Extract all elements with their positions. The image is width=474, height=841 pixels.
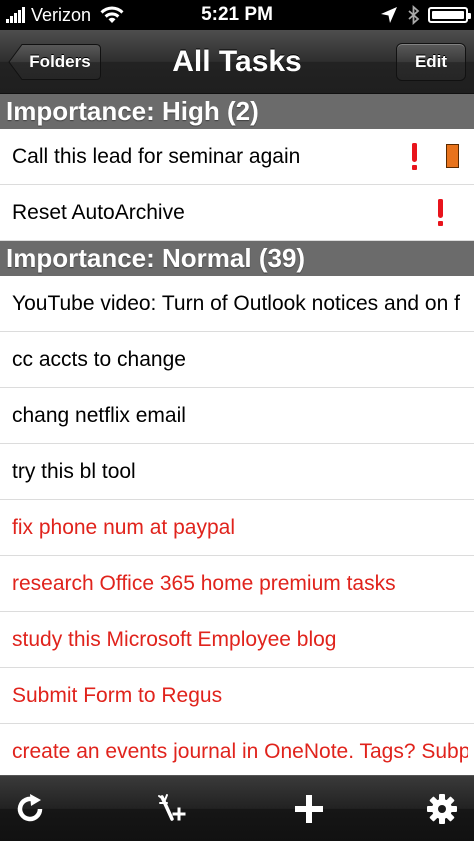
edit-button[interactable]: Edit xyxy=(396,43,466,81)
task-title: fix phone num at paypal xyxy=(12,516,235,539)
navigation-bar: All Tasks Folders Edit xyxy=(0,30,474,94)
task-row[interactable]: research Office 365 home premium tasks xyxy=(0,556,474,612)
task-title: research Office 365 home premium tasks xyxy=(12,572,396,595)
folders-back-label: Folders xyxy=(29,52,91,71)
magic-wand-add-icon xyxy=(158,794,186,821)
smart-add-button[interactable] xyxy=(141,776,201,841)
task-title: cc accts to change xyxy=(12,348,186,371)
status-right xyxy=(380,0,471,30)
folders-back-button[interactable]: Folders xyxy=(8,43,102,81)
section-header: Importance: Normal (39) xyxy=(0,241,474,276)
task-list[interactable]: Importance: High (2) Call this lead for s… xyxy=(0,94,474,775)
status-left: Verizon xyxy=(6,0,125,30)
plus-icon xyxy=(295,795,323,823)
task-title: create an events journal in OneNote. Tag… xyxy=(12,740,468,763)
task-row[interactable]: Reset AutoArchive xyxy=(0,185,474,241)
task-row[interactable]: create an events journal in OneNote. Tag… xyxy=(0,724,474,775)
add-task-button[interactable] xyxy=(279,776,339,841)
task-row[interactable]: fix phone num at paypal xyxy=(0,500,474,556)
signal-strength-icon xyxy=(6,7,26,23)
section-header: Importance: High (2) xyxy=(0,94,474,129)
task-title: Reset AutoArchive xyxy=(12,201,185,224)
task-title: study this Microsoft Employee blog xyxy=(12,628,337,651)
location-arrow-icon xyxy=(381,7,397,23)
status-bar: Verizon 5:21 PM xyxy=(0,0,474,30)
task-title: chang netflix email xyxy=(12,404,186,427)
high-importance-icon xyxy=(411,143,419,171)
carrier-name: Verizon xyxy=(31,4,92,25)
battery-icon xyxy=(428,7,471,23)
flag-icon[interactable] xyxy=(446,144,459,168)
task-row[interactable]: cc accts to change xyxy=(0,332,474,388)
battery-level xyxy=(432,11,464,19)
task-row[interactable]: study this Microsoft Employee blog xyxy=(0,612,474,668)
bottom-toolbar xyxy=(0,775,474,841)
refresh-button[interactable] xyxy=(0,776,60,841)
refresh-icon xyxy=(17,794,43,822)
wifi-icon xyxy=(100,6,124,23)
gear-icon xyxy=(427,794,457,824)
task-title: Submit Form to Regus xyxy=(12,684,223,707)
task-row[interactable]: Call this lead for seminar again xyxy=(0,129,474,185)
high-importance-icon xyxy=(437,199,445,227)
task-row[interactable]: chang netflix email xyxy=(0,388,474,444)
settings-button[interactable] xyxy=(412,776,472,841)
task-row[interactable]: Submit Form to Regus xyxy=(0,668,474,724)
task-title: YouTube video: Turn of Outlook notices a… xyxy=(12,292,460,315)
bluetooth-icon xyxy=(408,5,420,25)
task-title: try this bl tool xyxy=(12,460,136,483)
task-title: Call this lead for seminar again xyxy=(12,145,301,168)
task-row[interactable]: try this bl tool xyxy=(0,444,474,500)
task-row[interactable]: YouTube video: Turn of Outlook notices a… xyxy=(0,276,474,332)
